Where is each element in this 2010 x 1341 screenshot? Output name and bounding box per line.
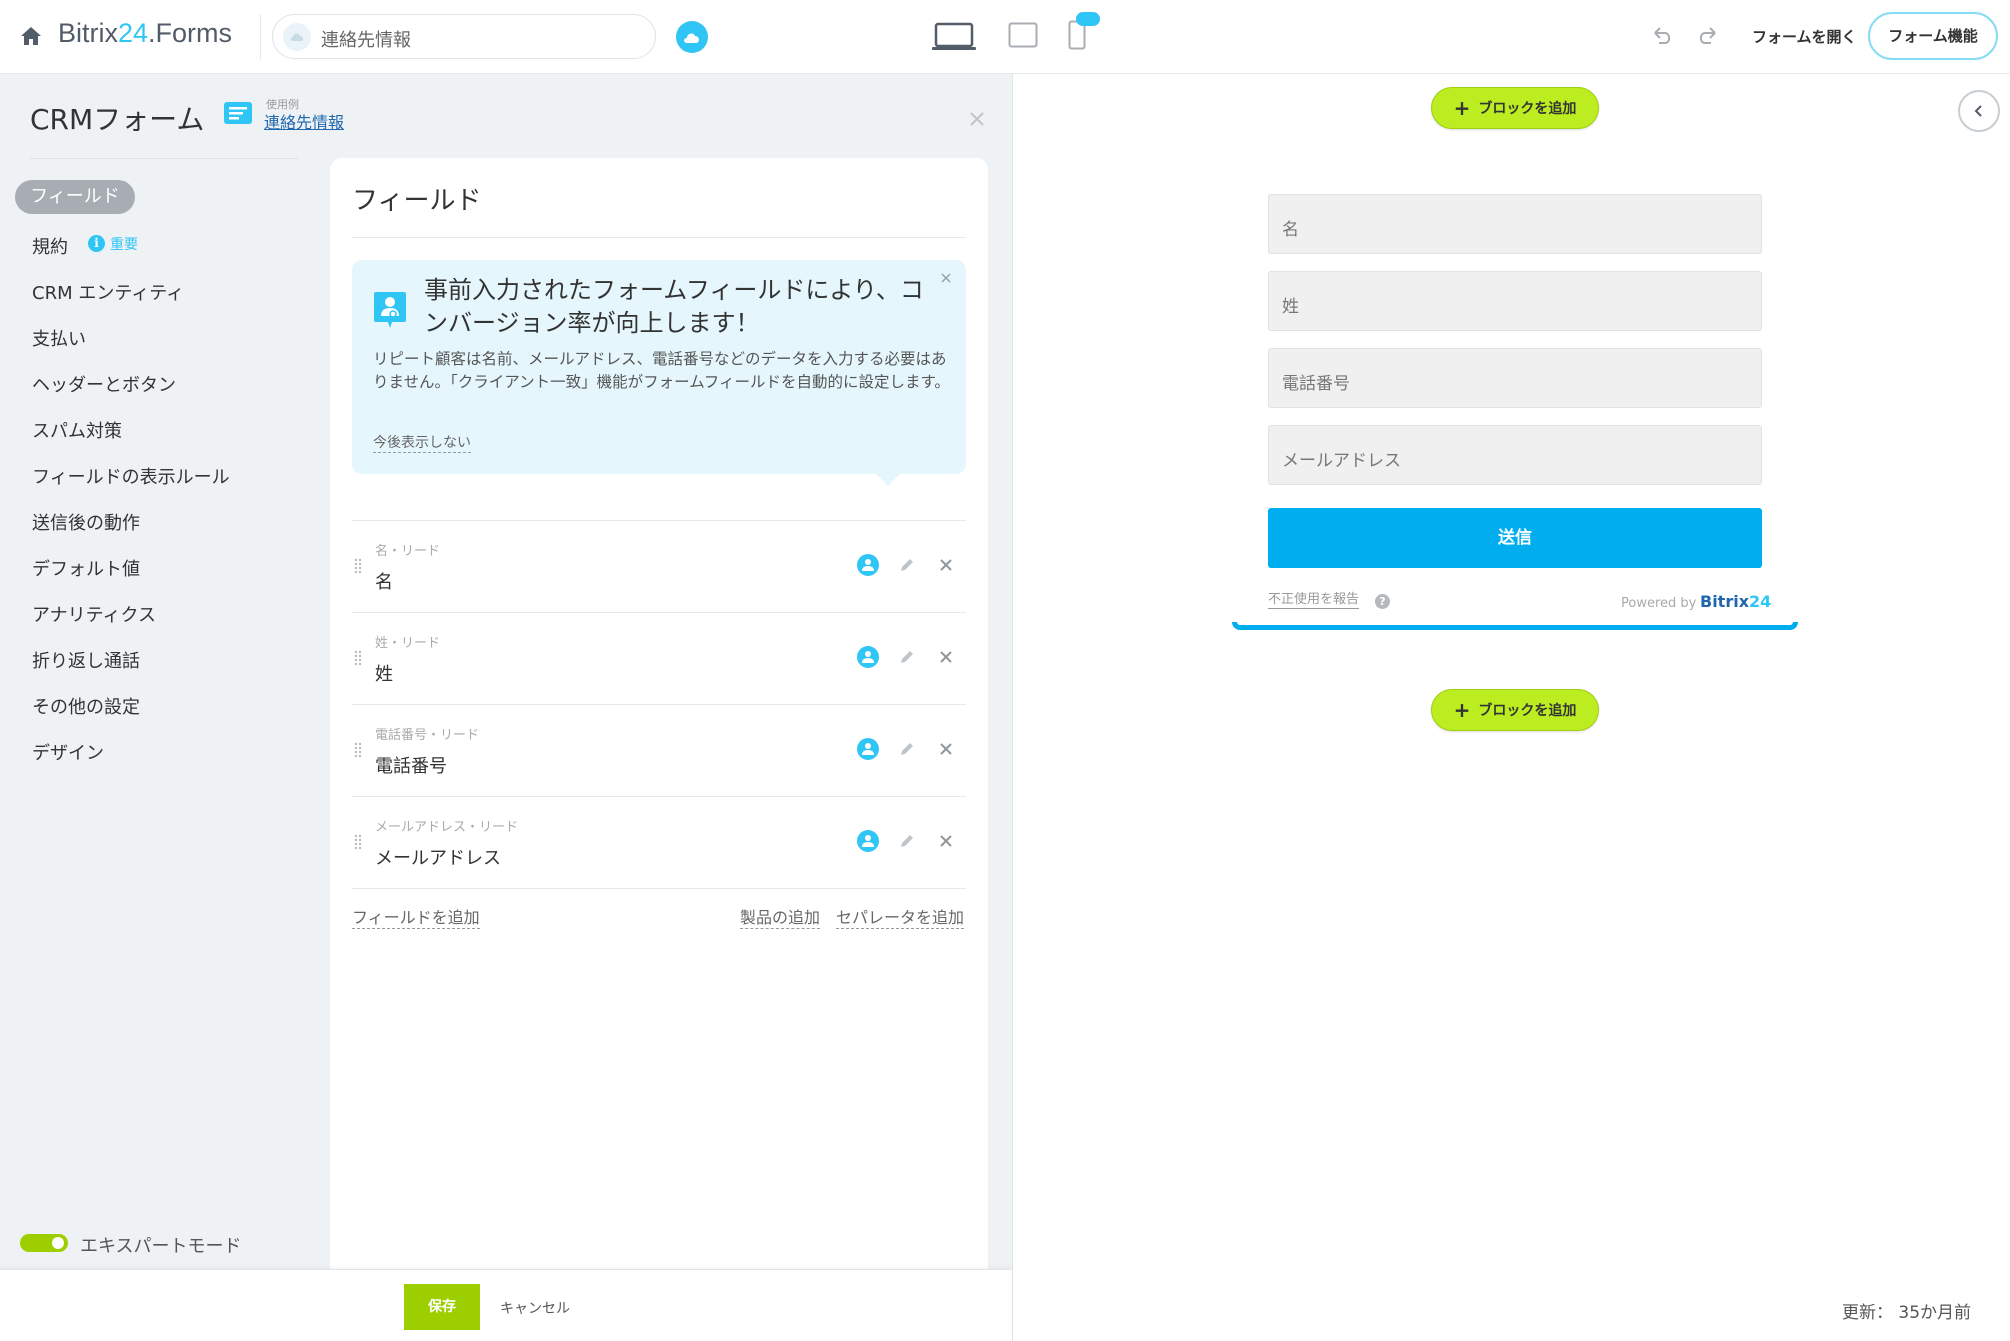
info-icon: i — [88, 235, 105, 252]
bitrix24-logo: Bitrix24 — [1700, 592, 1772, 611]
powered-by-label: Powered by — [1621, 596, 1697, 611]
nav-item-payments[interactable]: 支払い — [32, 325, 86, 351]
autofill-user-icon[interactable] — [857, 554, 879, 576]
document-icon — [224, 102, 252, 124]
close-icon[interactable] — [966, 108, 988, 130]
panel-divider — [1012, 74, 1013, 1341]
plus-icon: + — [1453, 698, 1471, 722]
tablet-view-icon[interactable] — [1008, 22, 1038, 48]
chevron-left-icon — [1974, 105, 1982, 117]
edit-icon[interactable] — [898, 832, 916, 850]
tip-text: リピート顧客は名前、メールアドレス、電話番号などのデータを入力する必要はありませ… — [373, 350, 950, 391]
expert-mode-label: エキスパートモード — [80, 1236, 242, 1257]
nav-item-after-submit[interactable]: 送信後の動作 — [32, 509, 140, 535]
nav-item-analytics[interactable]: アナリティクス — [32, 601, 156, 627]
preview-phone-input[interactable]: 電話番号 — [1268, 348, 1762, 408]
preview-submit-button[interactable]: 送信 — [1268, 508, 1762, 568]
open-form-link[interactable]: フォームを開く — [1752, 26, 1857, 47]
nav-item-other[interactable]: その他の設定 — [32, 693, 140, 719]
add-block-button-top[interactable]: + ブロックを追加 — [1431, 87, 1599, 129]
sample-link[interactable]: 連絡先情報 — [264, 109, 344, 133]
updated-timestamp: 更新： 35か月前 — [1842, 1303, 1972, 1323]
redo-icon[interactable] — [1696, 24, 1720, 48]
nav-item-crm-entity[interactable]: CRM エンティティ — [32, 279, 184, 305]
app-brand[interactable]: Bitrix24.Forms — [58, 18, 232, 49]
top-bar: Bitrix24.Forms 連絡先情報 フォームを開く フォーム機能 — [0, 0, 2010, 74]
nav-item-design[interactable]: デザイン — [32, 739, 104, 765]
add-field-link[interactable]: フィールドを追加 — [352, 908, 480, 929]
delete-icon[interactable] — [938, 649, 954, 665]
drag-handle-icon[interactable] — [354, 650, 362, 666]
form-features-button[interactable]: フォーム機能 — [1868, 12, 1998, 60]
nav-item-callback[interactable]: 折り返し通話 — [32, 647, 140, 673]
autofill-user-icon[interactable] — [857, 830, 879, 852]
tip-close-icon[interactable] — [940, 272, 952, 284]
drag-handle-icon[interactable] — [354, 558, 362, 574]
nav-item-spam[interactable]: スパム対策 — [32, 417, 122, 443]
brand-divider — [260, 14, 261, 60]
delete-icon[interactable] — [938, 741, 954, 757]
row-divider — [352, 796, 966, 797]
delete-icon[interactable] — [938, 557, 954, 573]
nav-item-field-rules[interactable]: フィールドの表示ルール — [32, 463, 230, 489]
save-button[interactable]: 保存 — [404, 1284, 480, 1330]
field-source: 電話番号・リード — [375, 728, 480, 743]
edit-icon[interactable] — [898, 648, 916, 666]
field-name[interactable]: 姓 — [375, 660, 393, 686]
cloud-save-icon[interactable] — [676, 21, 708, 53]
important-badge: 重要 — [110, 237, 138, 253]
row-divider — [352, 520, 966, 521]
autofill-user-icon[interactable] — [857, 646, 879, 668]
form-bottom-border — [1232, 622, 1798, 630]
cloud-icon — [283, 23, 311, 51]
field-name[interactable]: メールアドレス — [375, 844, 501, 870]
add-product-link[interactable]: 製品の追加 — [740, 908, 821, 929]
drag-handle-icon[interactable] — [354, 834, 362, 850]
help-icon[interactable]: ? — [1375, 594, 1390, 609]
field-name[interactable]: 名 — [375, 568, 393, 594]
row-divider — [352, 888, 966, 889]
row-divider — [352, 612, 966, 613]
add-block-button-bottom[interactable]: + ブロックを追加 — [1431, 689, 1599, 731]
row-divider — [352, 704, 966, 705]
preview-email-input[interactable]: メールアドレス — [1268, 425, 1762, 485]
edit-icon[interactable] — [898, 556, 916, 574]
preview-first-name-input[interactable]: 名 — [1268, 194, 1762, 254]
collapse-panel-button[interactable] — [1958, 90, 2000, 132]
add-separator-link[interactable]: セパレータを追加 — [836, 908, 965, 929]
desktop-view-icon[interactable] — [932, 22, 976, 52]
tip-pointer — [874, 472, 902, 486]
undo-icon[interactable] — [1650, 24, 1674, 48]
field-name[interactable]: 電話番号 — [375, 752, 447, 778]
mobile-badge — [1076, 12, 1100, 26]
nav-item-terms[interactable]: 規約 — [32, 233, 68, 259]
home-icon[interactable] — [20, 26, 42, 46]
report-abuse-link[interactable]: 不正使用を報告 — [1268, 592, 1360, 609]
panel-title: CRMフォーム — [30, 103, 205, 136]
nav-item-header-buttons[interactable]: ヘッダーとボタン — [32, 371, 176, 397]
nav-divider — [30, 158, 298, 159]
delete-icon[interactable] — [938, 833, 954, 849]
edit-icon[interactable] — [898, 740, 916, 758]
field-source: 名・リード — [375, 544, 441, 559]
preview-last-name-input[interactable]: 姓 — [1268, 271, 1762, 331]
nav-item-defaults[interactable]: デフォルト値 — [32, 555, 140, 581]
form-name-field[interactable]: 連絡先情報 — [272, 14, 656, 59]
expert-mode-toggle[interactable] — [20, 1234, 68, 1252]
drag-handle-icon[interactable] — [354, 742, 362, 758]
nav-item-fields[interactable]: フィールド — [15, 180, 135, 214]
form-name-text: 連絡先情報 — [321, 30, 411, 51]
cancel-button[interactable]: キャンセル — [500, 1298, 570, 1318]
autofill-user-icon[interactable] — [857, 738, 879, 760]
tip-title: 事前入力されたフォームフィールドにより、コンバージョン率が向上します！ — [424, 276, 924, 337]
title-divider — [352, 237, 966, 238]
dont-show-again-link[interactable]: 今後表示しない — [373, 434, 471, 453]
client-match-icon — [374, 292, 406, 328]
field-source: 姓・リード — [375, 636, 441, 651]
field-source: メールアドレス・リード — [375, 820, 519, 835]
plus-icon: + — [1453, 96, 1471, 120]
fields-title: フィールド — [352, 186, 482, 216]
